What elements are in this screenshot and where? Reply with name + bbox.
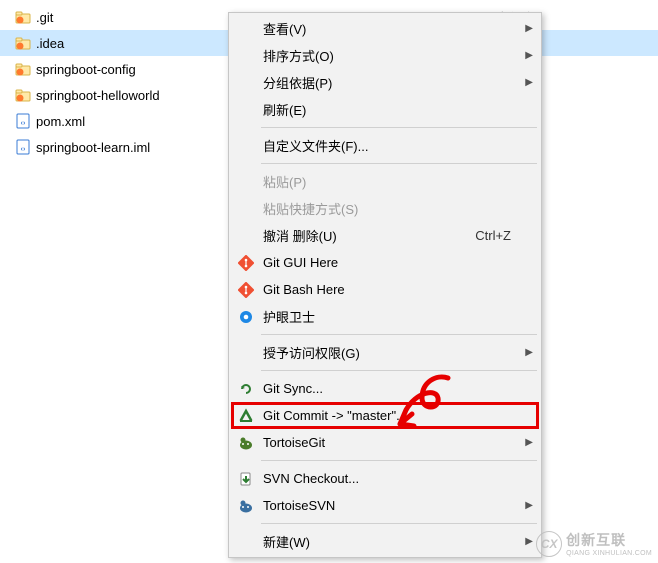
- chevron-right-icon: ▶: [519, 536, 533, 547]
- watermark: CX 创新互联 QIANG XINHULIAN.COM: [536, 530, 652, 557]
- menu-item[interactable]: TortoiseGit▶: [231, 429, 539, 456]
- menu-item[interactable]: 分组依据(P)▶: [231, 69, 539, 96]
- menu-item[interactable]: 排序方式(O)▶: [231, 42, 539, 69]
- menu-item-label: 查看(V): [257, 19, 519, 38]
- menu-item-label: 分组依据(P): [257, 73, 519, 92]
- menu-item-label: TortoiseSVN: [257, 498, 519, 513]
- menu-separator: [261, 163, 537, 164]
- menu-separator: [261, 460, 537, 461]
- menu-item[interactable]: Git Sync...: [231, 375, 539, 402]
- menu-item[interactable]: 撤消 删除(U)Ctrl+Z: [231, 222, 539, 249]
- menu-item-label: Git Commit -> "master"...: [257, 408, 516, 423]
- menu-shortcut: Ctrl+Z: [475, 228, 519, 243]
- menu-item[interactable]: 刷新(E): [231, 96, 539, 123]
- menu-item-label: 刷新(E): [257, 100, 519, 119]
- chevron-right-icon: ▶: [519, 77, 533, 88]
- menu-item[interactable]: Git GUI Here: [231, 249, 539, 276]
- menu-item-label: 新建(W): [257, 532, 519, 551]
- watermark-logo-icon: CX: [536, 531, 562, 557]
- menu-item-label: 授予访问权限(G): [257, 343, 519, 362]
- menu-item-label: 撤消 删除(U): [257, 226, 475, 245]
- tsvn-icon: [235, 498, 257, 514]
- menu-item[interactable]: 查看(V)▶: [231, 15, 539, 42]
- menu-separator: [261, 370, 537, 371]
- menu-item-label: 自定义文件夹(F)...: [257, 136, 519, 155]
- chevron-right-icon: ▶: [519, 23, 533, 34]
- watermark-text: 创新互联: [566, 530, 652, 550]
- watermark-subtext: QIANG XINHULIAN.COM: [566, 550, 652, 557]
- menu-item: 粘贴快捷方式(S): [231, 195, 539, 222]
- svg-text:‹›: ‹›: [21, 120, 26, 127]
- folder-icon: [14, 87, 32, 103]
- sync-icon: [235, 381, 257, 397]
- commit-icon: [235, 408, 257, 424]
- chevron-right-icon: ▶: [519, 437, 533, 448]
- menu-item-label: 粘贴(P): [257, 172, 519, 191]
- eye-icon: [235, 309, 257, 325]
- menu-separator: [261, 127, 537, 128]
- menu-item-label: 粘贴快捷方式(S): [257, 199, 519, 218]
- menu-item[interactable]: Git Commit -> "master"...: [231, 402, 539, 429]
- chevron-right-icon: ▶: [519, 50, 533, 61]
- svnco-icon: [235, 471, 257, 487]
- menu-separator: [261, 523, 537, 524]
- menu-item: 粘贴(P): [231, 168, 539, 195]
- menu-item[interactable]: Git Bash Here: [231, 276, 539, 303]
- menu-separator: [261, 334, 537, 335]
- menu-item-label: TortoiseGit: [257, 435, 519, 450]
- menu-item-label: Git Bash Here: [257, 282, 519, 297]
- menu-item[interactable]: 护眼卫士: [231, 303, 539, 330]
- context-menu: 查看(V)▶排序方式(O)▶分组依据(P)▶刷新(E)自定义文件夹(F)...粘…: [228, 12, 542, 558]
- menu-item-label: Git Sync...: [257, 381, 519, 396]
- chevron-right-icon: ▶: [519, 500, 533, 511]
- menu-item[interactable]: 授予访问权限(G)▶: [231, 339, 539, 366]
- git-icon: [235, 282, 257, 298]
- tgit-icon: [235, 435, 257, 451]
- menu-item[interactable]: SVN Checkout...: [231, 465, 539, 492]
- folder-icon: [14, 61, 32, 77]
- menu-item[interactable]: 新建(W)▶: [231, 528, 539, 555]
- folder-icon: [14, 35, 32, 51]
- menu-item[interactable]: 自定义文件夹(F)...: [231, 132, 539, 159]
- menu-item-label: Git GUI Here: [257, 255, 519, 270]
- folder-icon: [14, 9, 32, 25]
- chevron-right-icon: ▶: [519, 347, 533, 358]
- menu-item-label: 护眼卫士: [257, 307, 519, 326]
- git-icon: [235, 255, 257, 271]
- menu-item-label: 排序方式(O): [257, 46, 519, 65]
- svg-text:‹›: ‹›: [21, 146, 26, 153]
- menu-item[interactable]: TortoiseSVN▶: [231, 492, 539, 519]
- menu-item-label: SVN Checkout...: [257, 471, 519, 486]
- iml-icon: ‹›: [14, 139, 32, 155]
- xml-icon: ‹›: [14, 113, 32, 129]
